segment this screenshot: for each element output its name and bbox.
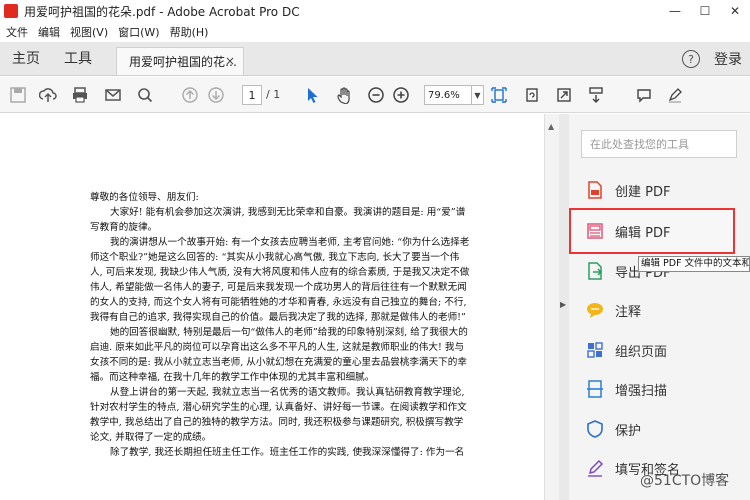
tool-organize-pages[interactable]: 组织页面 [585, 338, 735, 362]
window-controls: — ☐ ✕ [660, 0, 750, 22]
edit-pdf-icon [585, 221, 605, 241]
fill-sign-icon [585, 458, 605, 478]
page-down-icon[interactable] [206, 85, 226, 105]
tab-home[interactable]: 主页 [0, 41, 52, 75]
select-cursor-icon[interactable] [302, 85, 322, 105]
export-pdf-icon [585, 261, 605, 281]
tools-pane: 在此处查找您的工具 创建 PDF 编辑 PDF 导出 PDF 注释 组织页面 增… [569, 114, 750, 500]
tool-label: 组织页面 [615, 344, 668, 360]
tool-search-input[interactable]: 在此处查找您的工具 [581, 130, 737, 158]
tool-label: 注释 [615, 304, 642, 320]
rotate-icon[interactable] [522, 85, 542, 105]
tabbar-right: ? 登录 [682, 42, 742, 76]
window-title: 用爱呵护祖国的花朵.pdf - Adobe Acrobat Pro DC [24, 4, 300, 19]
zoom-level-input[interactable]: 79.6% [424, 85, 472, 105]
page-number-input[interactable]: 1 [242, 85, 262, 105]
menu-view[interactable]: 视图(V) [70, 24, 108, 40]
save-icon[interactable] [8, 85, 28, 105]
tab-bar: 主页 工具 用爱呵护祖国的花… × ? 登录 [0, 42, 750, 76]
tool-enhance-scan[interactable]: 增强扫描 [585, 377, 735, 401]
acrobat-logo-icon [4, 4, 18, 18]
collapse-arrow-icon[interactable]: ▶ [560, 300, 566, 309]
tool-label: 增强扫描 [615, 383, 668, 399]
tool-protect[interactable]: 保护 [585, 417, 735, 441]
scroll-icon[interactable] [586, 85, 606, 105]
doc-paragraph: 除了教学, 我还长期担任班主任工作。班主任工作的实践, 使我深深懂得了: 作为一… [110, 447, 465, 458]
zoom-in-icon[interactable] [391, 85, 411, 105]
title-bar: 用爱呵护祖国的花朵.pdf - Adobe Acrobat Pro DC — ☐… [0, 0, 750, 22]
enhance-scan-icon [585, 379, 605, 399]
zoom-out-icon[interactable] [366, 85, 386, 105]
toolbar: 1 / 1 79.6% ▼ [0, 77, 750, 113]
tab-document[interactable]: 用爱呵护祖国的花… × [116, 47, 244, 75]
search-icon[interactable] [135, 85, 155, 105]
upload-icon[interactable] [38, 85, 58, 105]
menu-help[interactable]: 帮助(H) [170, 24, 209, 40]
right-panel-toggle[interactable]: ▶ [559, 114, 569, 500]
print-icon[interactable] [70, 85, 90, 105]
document-scrollbar[interactable]: ▲ [544, 114, 559, 500]
email-icon[interactable] [103, 85, 123, 105]
edit-pdf-tooltip: 编辑 PDF 文件中的文本和图 [638, 256, 750, 272]
login-button[interactable]: 登录 [714, 49, 742, 69]
tool-label: 创建 PDF [615, 184, 671, 200]
close-window-button[interactable]: ✕ [720, 0, 750, 22]
tab-close-button[interactable]: × [225, 54, 235, 68]
tab-document-label: 用爱呵护祖国的花… [129, 55, 238, 69]
tool-label: 保护 [615, 423, 642, 439]
page-total-label: / 1 [266, 88, 281, 101]
fit-page-icon[interactable] [489, 85, 509, 105]
page-up-icon[interactable] [180, 85, 200, 105]
tool-label: 编辑 PDF [615, 225, 671, 241]
fullscreen-icon[interactable] [554, 85, 574, 105]
create-pdf-icon [585, 180, 605, 200]
watermark: @51CTO博客 [640, 473, 730, 489]
minimize-button[interactable]: — [660, 0, 690, 22]
doc-paragraph: 我的演讲想从一个故事开始: 有一个女孩去应聘当老师, 主考官问她: “你为什么选… [90, 237, 470, 323]
comment-icon [585, 300, 605, 320]
help-icon[interactable]: ? [682, 50, 700, 68]
scroll-up-arrow-icon[interactable]: ▲ [548, 122, 554, 131]
doc-paragraph: 她的回答很幽默, 特别是最后一句“做伟人的老师”给我的印象特别深刻, 给了我很大… [90, 327, 468, 383]
comment-icon[interactable] [634, 85, 654, 105]
tab-tools[interactable]: 工具 [52, 41, 104, 75]
tool-create-pdf[interactable]: 创建 PDF [585, 178, 735, 202]
menu-window[interactable]: 窗口(W) [118, 24, 159, 40]
tool-edit-pdf[interactable]: 编辑 PDF [585, 219, 735, 243]
menu-file[interactable]: 文件 [6, 24, 28, 40]
highlight-icon[interactable] [665, 85, 685, 105]
maximize-button[interactable]: ☐ [690, 0, 720, 22]
menu-bar: 文件 编辑 视图(V) 窗口(W) 帮助(H) [0, 22, 750, 42]
doc-paragraph: 从登上讲台的第一天起, 我就立志当一名优秀的语文教师。我认真钻研教育教学理论, … [90, 387, 467, 443]
zoom-dropdown-icon[interactable]: ▼ [472, 85, 484, 105]
doc-paragraph: 大家好! 能有机会参加这次演讲, 我感到无比荣幸和自豪。我演讲的题目是: 用“爱… [90, 207, 466, 233]
protect-icon [585, 419, 605, 439]
document-page: 尊敬的各位领导、朋友们: 大家好! 能有机会参加这次演讲, 我感到无比荣幸和自豪… [90, 190, 470, 460]
tool-comment[interactable]: 注释 [585, 298, 735, 322]
doc-paragraph: 尊敬的各位领导、朋友们: [90, 192, 199, 203]
hand-icon[interactable] [334, 85, 354, 105]
organize-pages-icon [585, 340, 605, 360]
menu-edit[interactable]: 编辑 [38, 24, 60, 40]
